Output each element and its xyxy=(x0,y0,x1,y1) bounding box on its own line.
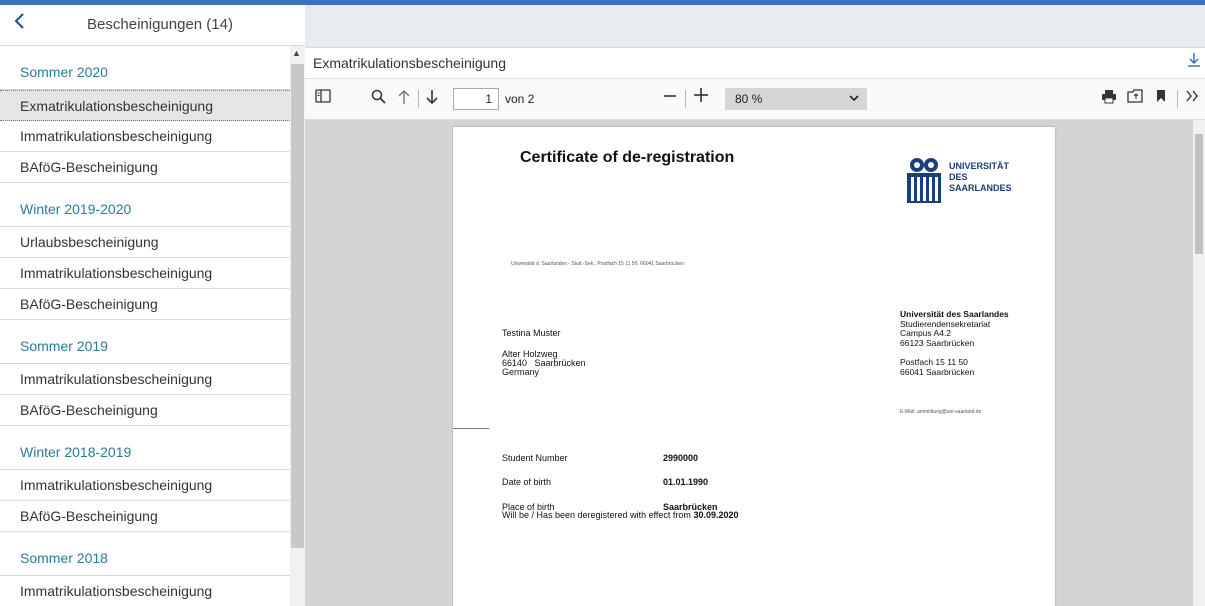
list-item[interactable]: Immatrikulationsbescheinigung xyxy=(0,576,290,606)
viewer-scrollbar[interactable] xyxy=(1193,120,1205,606)
chevron-down-icon xyxy=(849,88,859,110)
section-title: Sommer 2019 xyxy=(0,320,290,364)
zoom-value: 80 % xyxy=(735,92,763,106)
page-count-label: von 2 xyxy=(505,92,535,106)
university-seal-icon xyxy=(907,158,941,203)
list-item[interactable]: Exmatrikulationsbescheinigung xyxy=(0,90,290,121)
left-scrollbar-thumb[interactable] xyxy=(291,64,304,548)
sidebar-toggle-icon[interactable] xyxy=(315,89,331,107)
chevron-left-icon xyxy=(14,13,24,29)
toolbar-separator xyxy=(1177,90,1178,108)
open-file-icon[interactable] xyxy=(1127,89,1143,107)
double-chevron-right-icon[interactable] xyxy=(1185,89,1199,106)
bookmark-icon[interactable] xyxy=(1156,89,1166,107)
left-scrollbar[interactable]: ▲ xyxy=(290,46,305,606)
next-page-icon[interactable] xyxy=(425,89,439,109)
download-icon[interactable] xyxy=(1187,52,1201,72)
print-icon[interactable] xyxy=(1101,89,1117,108)
document-title-bar: Exmatrikulationsbescheinigung xyxy=(305,48,1205,79)
section-title: Sommer 2018 xyxy=(0,532,290,576)
recipient-address: Testina Muster Alter Holzweg 66140 Saarb… xyxy=(502,329,586,377)
university-logo: UNIVERSITÄT DES SAARLANDES xyxy=(901,151,1041,211)
list-item[interactable]: BAföG-Bescheinigung xyxy=(0,152,290,183)
toolbar-separator xyxy=(418,90,419,108)
list-item[interactable]: Urlaubsbescheinigung xyxy=(0,227,290,258)
scroll-up-icon[interactable]: ▲ xyxy=(292,48,301,58)
back-button[interactable] xyxy=(10,11,34,35)
sender-address-line: Universität d. Saarlandes - Stud.-Sek., … xyxy=(511,261,684,267)
university-address: Universität des Saarlandes Studierendens… xyxy=(900,309,1009,377)
list-item[interactable]: BAföG-Bescheinigung xyxy=(0,501,290,532)
dob-value: 01.01.1990 xyxy=(663,477,709,487)
university-email: E-Mail: anmeldung@uni-saarland.de xyxy=(900,409,982,415)
document-title: Exmatrikulationsbescheinigung xyxy=(313,55,506,71)
student-number-label: Student Number xyxy=(502,453,568,463)
zoom-select[interactable]: 80 % xyxy=(725,88,867,110)
pdf-viewer[interactable]: Certificate of de-registration UNIVERSIT… xyxy=(305,120,1193,606)
student-number-value: 2990000 xyxy=(663,453,699,463)
section-title: Winter 2018-2019 xyxy=(0,426,290,470)
fold-mark xyxy=(453,428,489,429)
search-icon[interactable] xyxy=(371,89,386,108)
zoom-out-icon[interactable] xyxy=(663,85,677,111)
page-number-input[interactable]: 1 xyxy=(453,88,499,110)
dob-label: Date of birth xyxy=(502,477,552,487)
left-panel-title: Bescheinigungen (14) xyxy=(87,16,233,33)
list-item[interactable]: BAföG-Bescheinigung xyxy=(0,289,290,320)
list-item[interactable]: Immatrikulationsbescheinigung xyxy=(0,364,290,395)
section-title: Winter 2019-2020 xyxy=(0,183,290,227)
list-item[interactable]: Immatrikulationsbescheinigung xyxy=(0,470,290,501)
deregistration-statement: Will be / Has been deregistered with eff… xyxy=(502,510,739,520)
certificate-list: Sommer 2020 Exmatrikulationsbescheinigun… xyxy=(0,46,290,606)
right-panel-header xyxy=(305,5,1205,48)
zoom-in-icon[interactable] xyxy=(693,87,709,107)
list-item[interactable]: Immatrikulationsbescheinigung xyxy=(0,121,290,152)
logo-text: UNIVERSITÄT DES SAARLANDES xyxy=(949,161,1012,193)
pdf-toolbar: 1 von 2 80 % xyxy=(305,79,1205,120)
recipient-name: Testina Muster xyxy=(502,328,561,338)
recipient-country: Germany xyxy=(502,367,540,377)
list-item[interactable]: Immatrikulationsbescheinigung xyxy=(0,258,290,289)
left-panel-header: Bescheinigungen (14) xyxy=(0,5,305,46)
pdf-page: Certificate of de-registration UNIVERSIT… xyxy=(453,127,1055,606)
certificate-title: Certificate of de-registration xyxy=(520,149,735,166)
toolbar-separator xyxy=(685,90,686,108)
viewer-scrollbar-thumb[interactable] xyxy=(1195,134,1203,254)
previous-page-icon[interactable] xyxy=(397,89,411,109)
list-item[interactable]: BAföG-Bescheinigung xyxy=(0,395,290,426)
section-title: Sommer 2020 xyxy=(0,46,290,90)
